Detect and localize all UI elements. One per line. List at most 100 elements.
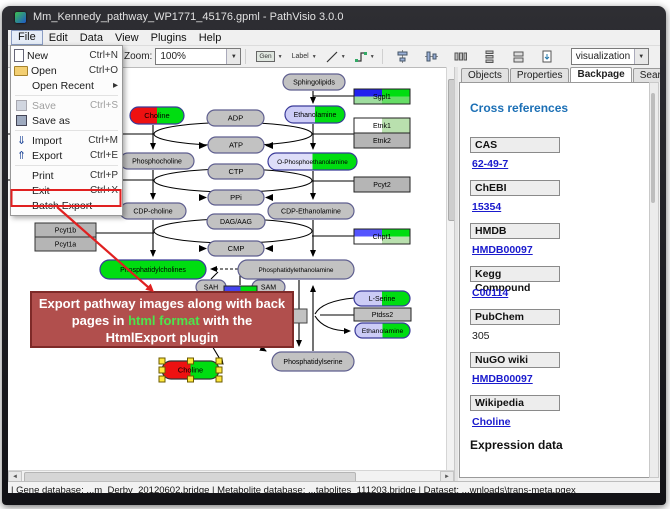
node-choline-selected[interactable]: Choline <box>159 358 222 382</box>
zoom-combobox[interactable]: 100% <box>155 48 241 65</box>
visualization-combobox[interactable]: visualization <box>571 48 649 65</box>
page-export-button[interactable] <box>535 47 561 66</box>
selection-handle[interactable] <box>216 376 222 382</box>
menu-edit[interactable]: Edit <box>43 31 74 45</box>
file-menu-item-open[interactable]: OpenCtrl+O <box>11 63 122 78</box>
node-etnk1[interactable]: Etnk1 <box>354 118 410 133</box>
menu-help[interactable]: Help <box>193 31 228 45</box>
node-chpt1[interactable]: Chpt1 <box>354 229 410 244</box>
scrollbar-thumb[interactable] <box>651 93 655 203</box>
reference-link[interactable]: C00114 <box>472 287 650 299</box>
menu-file[interactable]: File <box>11 30 43 45</box>
reference-link[interactable]: HMDB00097 <box>472 244 650 256</box>
combo-arrow-icon[interactable] <box>226 49 240 64</box>
svg-text:Phosphocholine: Phosphocholine <box>132 159 182 166</box>
node-o-phosphoethanolamine[interactable]: O-Phosphoethanolamine <box>268 153 357 170</box>
node-pcyt1a[interactable]: Pcyt1a <box>35 237 96 251</box>
backpage-panel[interactable]: Cross references CAS62-49-7ChEBI15354HMD… <box>459 82 651 478</box>
distribute-horizontal-button[interactable] <box>448 47 474 66</box>
svg-text:CTP: CTP <box>229 167 244 176</box>
scrollbar-track[interactable] <box>22 472 440 482</box>
callout-line3: HtmlExport plugin <box>32 329 292 346</box>
menu-item-label: Save <box>32 100 84 112</box>
selection-handle[interactable] <box>216 358 222 364</box>
stack-rows-button[interactable] <box>506 47 532 66</box>
node-ethanolamine[interactable]: Ethanolamine <box>285 106 345 123</box>
selection-handle[interactable] <box>216 367 222 373</box>
tab-search[interactable]: Search <box>633 68 660 82</box>
node-dag-aag[interactable]: DAG/AAG <box>207 214 265 229</box>
file-menu-item-save-as[interactable]: Save as <box>11 113 122 128</box>
node-phosphatidylcholines[interactable]: Phosphatidylcholines <box>100 260 206 279</box>
selection-handle[interactable] <box>159 367 165 373</box>
title-bar[interactable]: Mm_Kennedy_pathway_WP1771_45176.gpml - P… <box>2 6 666 28</box>
combo-arrow-icon[interactable] <box>634 49 648 64</box>
selection-handle[interactable] <box>188 358 194 364</box>
node-adp[interactable]: ADP <box>207 110 264 126</box>
node-phosphatidylethanolamine[interactable]: Phosphatidylethanolamine <box>238 260 354 279</box>
file-menu-item-save[interactable]: SaveCtrl+S <box>11 98 122 113</box>
window-title: Mm_Kennedy_pathway_WP1771_45176.gpml - P… <box>33 11 343 23</box>
tab-objects[interactable]: Objects <box>461 68 509 82</box>
app-icon <box>15 12 26 23</box>
file-menu-item-new[interactable]: NewCtrl+N <box>11 48 122 63</box>
menu-view[interactable]: View <box>109 31 145 45</box>
selection-handle[interactable] <box>159 376 165 382</box>
gene-tool-icon: Gen <box>256 51 274 62</box>
panel-vertical-scrollbar[interactable] <box>649 82 659 478</box>
align-center-icon <box>396 50 409 63</box>
menu-separator <box>15 165 118 166</box>
file-menu-item-batch-export[interactable]: Batch Export <box>11 198 122 213</box>
svg-text:Choline: Choline <box>178 366 203 375</box>
node-sgpl1[interactable]: Sgpl1 <box>354 89 410 104</box>
file-menu-item-exit[interactable]: ExitCtrl+X <box>11 183 122 198</box>
node-ptdss2[interactable]: Ptdss2 <box>354 308 411 321</box>
connector-tool-button[interactable] <box>352 47 378 66</box>
node-pcyt2[interactable]: Pcyt2 <box>354 177 410 192</box>
file-menu-item-open-recent[interactable]: Open Recent▸ <box>11 78 122 93</box>
selection-handle[interactable] <box>188 376 194 382</box>
node-ctp[interactable]: CTP <box>208 164 264 179</box>
reference-link[interactable]: Choline <box>472 416 650 428</box>
node-cmp[interactable]: CMP <box>208 241 264 256</box>
menu-data[interactable]: Data <box>74 31 109 45</box>
reference-link[interactable]: 62-49-7 <box>472 158 650 170</box>
tab-properties[interactable]: Properties <box>510 68 570 82</box>
node-etnk2[interactable]: Etnk2 <box>354 133 410 148</box>
svg-text:Chpt1: Chpt1 <box>373 234 392 241</box>
node-atp[interactable]: ATP <box>208 137 264 153</box>
selection-handle[interactable] <box>159 358 165 364</box>
tab-backpage[interactable]: Backpage <box>570 67 631 82</box>
label-tool-button[interactable]: Label <box>289 47 320 66</box>
menu-separator <box>15 95 118 96</box>
section-title: Wikipedia <box>470 395 560 411</box>
file-menu: NewCtrl+NOpenCtrl+OOpen Recent▸ SaveCtrl+… <box>10 45 123 216</box>
blank-icon <box>14 79 29 92</box>
gene-tool-button[interactable]: Gen <box>253 47 285 66</box>
node-ethanolamine[interactable]: Ethanolamine <box>355 323 410 338</box>
reference-link[interactable]: HMDB00097 <box>472 373 650 385</box>
align-center-button[interactable] <box>390 47 416 66</box>
node-pcyt1b[interactable]: Pcyt1b <box>35 223 96 237</box>
distribute-vertical-button[interactable] <box>477 47 503 66</box>
node-cdp-choline[interactable]: CDP-choline <box>120 203 186 219</box>
node-cdp-ethanolamine[interactable]: CDP-Ethanolamine <box>268 203 354 219</box>
node-phosphatidylserine[interactable]: Phosphatidylserine <box>272 352 354 371</box>
line-tool-button[interactable] <box>323 47 349 66</box>
label-tool-icon: Label <box>292 53 309 60</box>
file-menu-item-import[interactable]: ImportCtrl+M <box>11 133 122 148</box>
menu-item-label: Open <box>31 65 83 77</box>
section-title: ChEBI <box>470 180 560 196</box>
svg-text:CMP: CMP <box>228 244 245 253</box>
reference-link[interactable]: 15354 <box>472 201 650 213</box>
menu-plugins[interactable]: Plugins <box>145 31 193 45</box>
align-middle-button[interactable] <box>419 47 445 66</box>
node-ppi[interactable]: PPi <box>208 190 264 205</box>
node-l-serine[interactable]: L-Serine <box>354 291 410 306</box>
node-phosphocholine[interactable]: Phosphocholine <box>120 153 194 169</box>
file-menu-item-export[interactable]: ExportCtrl+E <box>11 148 122 163</box>
file-menu-item-print[interactable]: PrintCtrl+P <box>11 168 122 183</box>
section-title: Kegg Compound <box>470 266 560 282</box>
node-sphingolipids[interactable]: Sphingolipids <box>283 74 345 90</box>
node-choline[interactable]: Choline <box>130 107 184 124</box>
